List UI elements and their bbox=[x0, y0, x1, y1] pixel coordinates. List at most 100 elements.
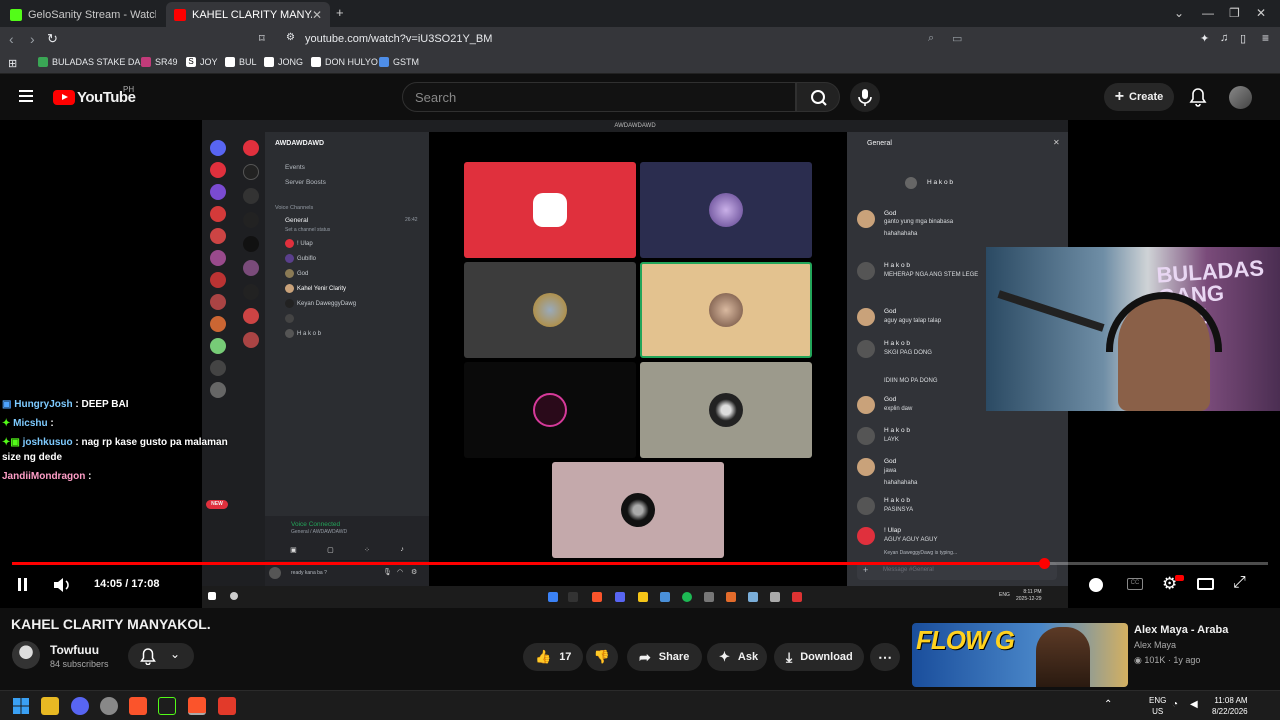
youtube-logo-icon[interactable] bbox=[53, 90, 75, 105]
download-button[interactable]: ⤓ Download bbox=[774, 643, 864, 671]
voice-user[interactable]: Keyan DaweggyDawg bbox=[285, 299, 356, 308]
participant-tile[interactable] bbox=[464, 262, 636, 358]
voice-user[interactable]: H a k o b bbox=[285, 329, 321, 338]
ask-button[interactable]: ✦ Ask bbox=[707, 643, 767, 671]
server-icon[interactable] bbox=[243, 164, 259, 180]
bookmark-item[interactable]: DON HULYO bbox=[311, 57, 378, 67]
server-icon[interactable] bbox=[210, 382, 226, 398]
server-icon[interactable] bbox=[210, 206, 226, 222]
bookmark-icon[interactable]: ⌑ bbox=[259, 32, 265, 45]
create-button[interactable]: + Create bbox=[1104, 83, 1174, 111]
server-name[interactable]: AWDAWDAWD bbox=[275, 140, 324, 147]
server-icon[interactable] bbox=[210, 228, 226, 244]
server-icon[interactable] bbox=[210, 272, 226, 288]
recommended-thumbnail[interactable]: FLOW G bbox=[912, 623, 1128, 687]
autoplay-toggle-icon[interactable] bbox=[1089, 578, 1103, 592]
bookmark-item[interactable]: GSTM bbox=[379, 57, 419, 67]
like-button[interactable]: 👍 17 bbox=[523, 643, 583, 671]
volume-icon[interactable] bbox=[52, 577, 72, 593]
server-icon[interactable] bbox=[243, 188, 259, 204]
browser-menu-icon[interactable]: ≡ bbox=[1262, 31, 1269, 45]
server-icon[interactable] bbox=[210, 294, 226, 310]
server-icon[interactable] bbox=[243, 236, 259, 252]
media-icon[interactable]: ♫ bbox=[1220, 32, 1228, 44]
participant-tile[interactable] bbox=[640, 162, 812, 258]
server-icon[interactable] bbox=[243, 140, 259, 156]
channel-events[interactable]: Events bbox=[285, 164, 305, 171]
participant-tile[interactable] bbox=[640, 362, 812, 458]
discord-taskbar-icon[interactable] bbox=[71, 697, 89, 715]
theater-mode-icon[interactable] bbox=[1197, 578, 1214, 590]
brave-active-icon[interactable] bbox=[188, 697, 206, 715]
bookmark-item[interactable]: BUL bbox=[225, 57, 257, 67]
bookmark-item[interactable]: BULADAS STAKE DA... bbox=[38, 57, 148, 67]
close-chat-icon[interactable]: ✕ bbox=[1053, 138, 1060, 147]
notifications-bell-icon[interactable] bbox=[1189, 87, 1207, 107]
voice-user[interactable]: ! Ulap bbox=[285, 239, 313, 248]
server-icon[interactable] bbox=[210, 360, 226, 376]
minimize-icon[interactable]: — bbox=[1202, 6, 1214, 20]
video-player[interactable]: AWDAWDAWD AWDAWDAWD Events Server Boosts… bbox=[0, 120, 1280, 608]
search-button[interactable] bbox=[796, 82, 840, 112]
channel-server-boosts[interactable]: Server Boosts bbox=[285, 179, 326, 186]
participant-tile[interactable] bbox=[552, 462, 724, 558]
hamburger-menu-icon[interactable] bbox=[19, 90, 33, 102]
captions-icon[interactable]: CC bbox=[1127, 578, 1143, 590]
server-icon[interactable] bbox=[243, 260, 259, 276]
tab-youtube-active[interactable]: KAHEL CLARITY MANYAKOL. ✕ bbox=[166, 2, 330, 27]
brave-shield-app-icon[interactable] bbox=[218, 697, 236, 715]
file-explorer-icon[interactable] bbox=[41, 697, 59, 715]
reload-icon[interactable]: ↻ bbox=[47, 31, 58, 47]
bookmark-item[interactable]: S JOY bbox=[186, 57, 218, 67]
close-window-icon[interactable]: ✕ bbox=[1256, 6, 1266, 20]
windows-start-icon[interactable] bbox=[12, 697, 30, 715]
site-info-icon[interactable]: ⚙ bbox=[286, 32, 295, 43]
pause-icon[interactable] bbox=[17, 578, 28, 591]
participant-tile-speaking[interactable] bbox=[640, 262, 812, 358]
back-icon[interactable]: ‹ bbox=[9, 31, 14, 47]
channel-name[interactable]: Towfuuu bbox=[50, 643, 99, 657]
screen-share-icon[interactable]: ▢ bbox=[327, 546, 334, 556]
language-indicator[interactable]: ENG US bbox=[1149, 695, 1166, 717]
url-field[interactable]: youtube.com/watch?v=iU3SO21Y_BM bbox=[305, 33, 492, 45]
search-input[interactable]: Search bbox=[402, 82, 796, 112]
server-icon[interactable] bbox=[243, 212, 259, 228]
voice-user[interactable]: God bbox=[285, 269, 308, 278]
discord-home-icon[interactable] bbox=[210, 140, 226, 156]
bookmark-item[interactable]: SR49 bbox=[141, 57, 178, 67]
voice-channel-general[interactable]: General bbox=[285, 217, 308, 224]
activities-icon[interactable]: ⁘ bbox=[364, 546, 370, 556]
taskbar-app-icon[interactable] bbox=[100, 697, 118, 715]
recommended-title[interactable]: Alex Maya - Araba bbox=[1134, 624, 1228, 636]
apps-grid-icon[interactable]: ⊞ bbox=[8, 57, 17, 70]
soundboard-icon[interactable]: ♪ bbox=[400, 546, 404, 556]
participant-tile[interactable] bbox=[464, 162, 636, 258]
voice-user[interactable]: Kahel Yenir Clarity bbox=[285, 284, 346, 293]
channel-avatar[interactable] bbox=[12, 641, 40, 669]
bookmark-item[interactable]: JONG bbox=[264, 57, 303, 67]
dislike-button[interactable]: 👎 bbox=[586, 643, 618, 671]
server-icon[interactable] bbox=[243, 284, 259, 300]
voice-user[interactable] bbox=[285, 314, 297, 323]
speaker-icon[interactable]: ◀ bbox=[1190, 699, 1198, 710]
server-icon[interactable] bbox=[210, 338, 226, 354]
server-icon[interactable] bbox=[210, 184, 226, 200]
server-icon[interactable] bbox=[243, 332, 259, 348]
zoom-icon[interactable]: ⌕ bbox=[928, 32, 934, 45]
sidebar-icon[interactable]: ▯ bbox=[1240, 32, 1246, 45]
voice-search-button[interactable] bbox=[850, 82, 880, 112]
forward-icon[interactable]: › bbox=[30, 31, 35, 47]
account-avatar[interactable] bbox=[1229, 86, 1252, 109]
maximize-icon[interactable]: ❐ bbox=[1229, 6, 1240, 20]
server-icon[interactable] bbox=[210, 250, 226, 266]
fullscreen-icon[interactable]: ⤢ bbox=[1233, 574, 1246, 592]
close-tab-icon[interactable]: ✕ bbox=[312, 8, 322, 22]
recommended-channel[interactable]: Alex Maya bbox=[1134, 640, 1176, 650]
participant-tile[interactable] bbox=[464, 362, 636, 458]
share-button[interactable]: ➦ Share bbox=[627, 643, 702, 671]
extensions-icon[interactable]: ✦ bbox=[1200, 32, 1209, 45]
system-clock[interactable]: 11:08 AM 8/22/2026 bbox=[1212, 695, 1248, 717]
server-icon[interactable] bbox=[210, 162, 226, 178]
more-actions-button[interactable]: ⋯ bbox=[870, 643, 900, 671]
new-tab-icon[interactable]: + bbox=[336, 5, 344, 20]
